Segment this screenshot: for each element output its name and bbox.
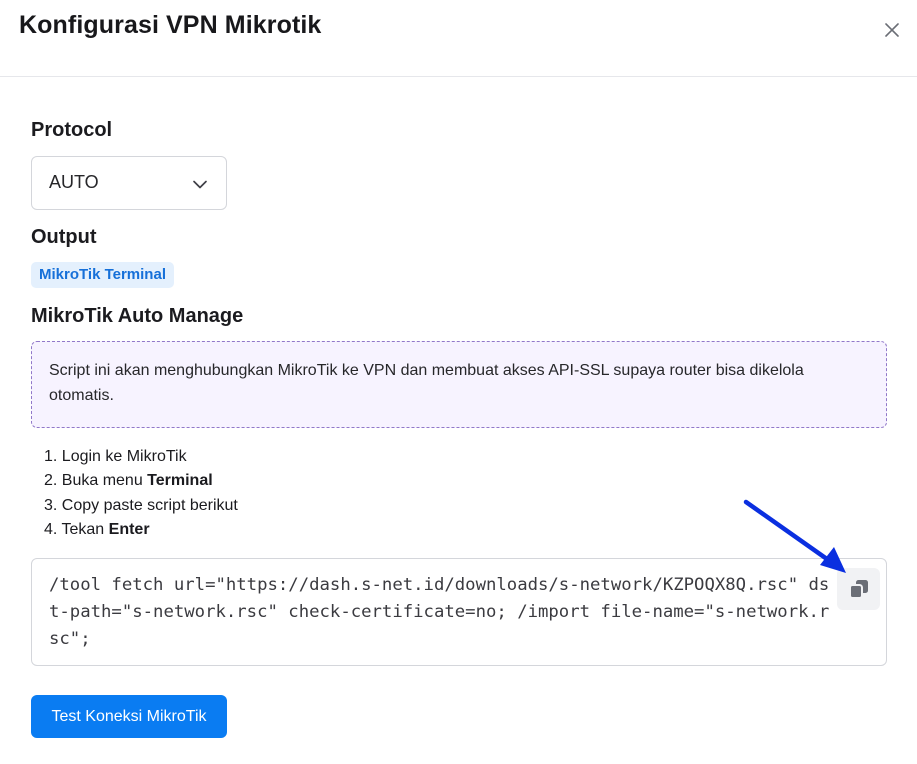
step-bold-text: Terminal xyxy=(147,472,213,490)
step-text: 1. Login ke MikroTik xyxy=(44,448,187,465)
step-item: 2. Buka menu Terminal xyxy=(44,469,238,493)
copy-icon xyxy=(848,580,868,599)
close-icon xyxy=(885,23,899,37)
script-code[interactable]: /tool fetch url="https://dash.s-net.id/d… xyxy=(49,572,839,653)
copy-button[interactable] xyxy=(837,568,880,610)
test-connection-button[interactable]: Test Koneksi MikroTik xyxy=(31,695,227,738)
protocol-selected-value: AUTO xyxy=(49,172,99,192)
modal-header: Konfigurasi VPN Mikrotik xyxy=(0,0,917,77)
step-item: 4. Tekan Enter xyxy=(44,518,238,542)
step-item: 1. Login ke MikroTik xyxy=(44,445,238,469)
close-button[interactable] xyxy=(881,19,903,41)
steps-list: 1. Login ke MikroTik 2. Buka menu Termin… xyxy=(44,445,238,542)
step-text: 4. Tekan xyxy=(44,520,109,538)
script-code-block[interactable]: /tool fetch url="https://dash.s-net.id/d… xyxy=(31,558,887,666)
protocol-label: Protocol xyxy=(31,119,113,141)
output-label: Output xyxy=(31,226,97,248)
chevron-down-icon xyxy=(193,180,207,189)
step-bold-text: Enter xyxy=(108,520,150,538)
auto-manage-label: MikroTik Auto Manage xyxy=(31,305,244,327)
step-text: 2. Buka menu xyxy=(44,472,148,490)
info-text: Script ini akan menghubungkan MikroTik k… xyxy=(49,362,804,404)
modal-title: Konfigurasi VPN Mikrotik xyxy=(19,11,322,39)
step-item: 3. Copy paste script berikut xyxy=(44,494,238,518)
step-text: 3. Copy paste script berikut xyxy=(44,496,238,514)
protocol-select[interactable]: AUTO xyxy=(31,156,227,210)
info-callout: Script ini akan menghubungkan MikroTik k… xyxy=(31,341,887,428)
output-badge: MikroTik Terminal xyxy=(31,262,174,288)
